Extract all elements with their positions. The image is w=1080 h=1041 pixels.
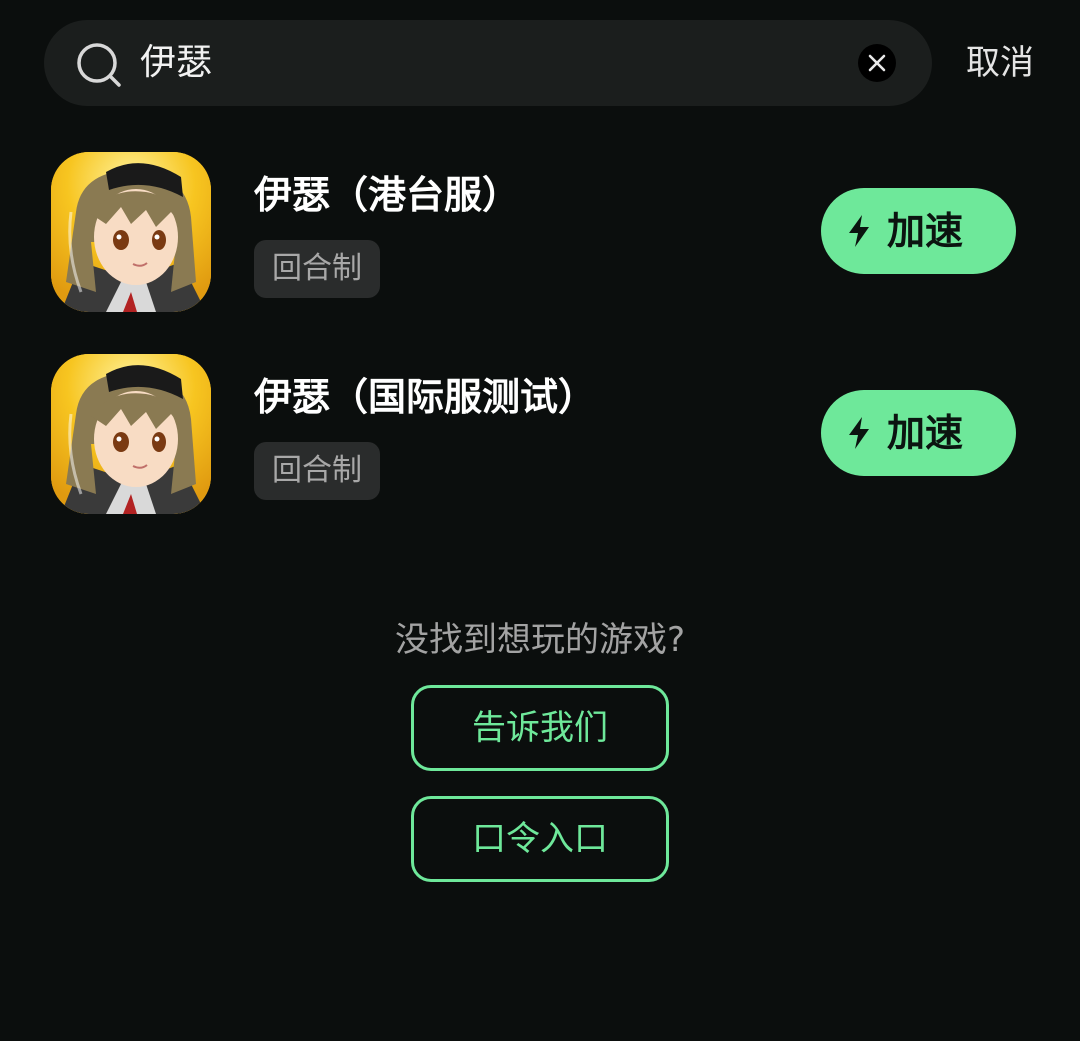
cancel-button[interactable]: 取消 <box>966 20 1034 106</box>
lightning-icon <box>849 417 869 449</box>
search-icon <box>77 43 121 87</box>
boost-button-label: 加速 <box>887 209 964 253</box>
game-icon[interactable] <box>51 152 211 312</box>
game-artwork <box>51 152 211 312</box>
search-bar[interactable]: 伊瑟 <box>44 20 932 106</box>
not-found-prompt: 没找到想玩的游戏? <box>394 620 686 660</box>
search-results-screen: 伊瑟 取消 伊瑟（港台服） 回合制 加速 伊瑟（国际服测试） 回合制 加速 没找… <box>0 0 1080 1041</box>
boost-button[interactable]: 加速 <box>821 188 1016 274</box>
game-artwork <box>51 354 211 514</box>
search-input[interactable]: 伊瑟 <box>140 20 212 106</box>
game-title[interactable]: 伊瑟（港台服） <box>254 164 520 219</box>
lightning-icon <box>849 215 869 247</box>
close-icon <box>868 54 886 72</box>
boost-button[interactable]: 加速 <box>821 390 1016 476</box>
game-icon[interactable] <box>51 354 211 514</box>
genre-tag: 回合制 <box>254 442 380 500</box>
clear-search-button[interactable] <box>858 44 896 82</box>
search-result-item[interactable]: 伊瑟（港台服） 回合制 加速 <box>0 152 1080 322</box>
search-result-item[interactable]: 伊瑟（国际服测试） 回合制 加速 <box>0 354 1080 524</box>
code-entry-button[interactable]: 口令入口 <box>411 796 669 882</box>
feedback-button[interactable]: 告诉我们 <box>411 685 669 771</box>
boost-button-label: 加速 <box>887 411 964 455</box>
genre-tag: 回合制 <box>254 240 380 298</box>
game-title[interactable]: 伊瑟（国际服测试） <box>254 366 596 421</box>
